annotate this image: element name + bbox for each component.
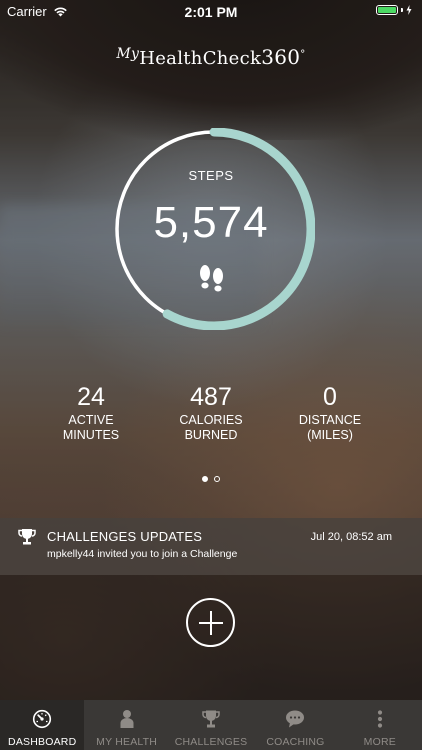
- battery-icon: [376, 5, 412, 15]
- tab-label: CHALLENGES: [174, 736, 248, 748]
- tab-label: DASHBOARD: [8, 736, 77, 748]
- steps-label: STEPS: [188, 168, 234, 183]
- challenges-update-card[interactable]: CHALLENGES UPDATES Jul 20, 08:52 am mpke…: [0, 518, 422, 575]
- challenges-card-date: Jul 20, 08:52 am: [310, 531, 392, 543]
- stat-label-line2: BURNED: [184, 428, 238, 442]
- status-bar: Carrier 2:01 PM: [0, 0, 422, 24]
- stat-label-line1: DISTANCE: [298, 413, 362, 427]
- app-logo: MyHealthCheck360°: [116, 45, 306, 69]
- stat-label-line2: (MILES): [307, 428, 353, 442]
- stat-active-minutes: 24 ACTIVE MINUTES: [31, 383, 151, 443]
- tab-label: MY HEALTH: [96, 736, 158, 748]
- tab-coaching[interactable]: COACHING: [253, 700, 337, 750]
- stat-value: 0: [323, 383, 337, 411]
- trophy-icon: [18, 529, 36, 545]
- chat-bubble-icon: [286, 710, 305, 728]
- add-button[interactable]: [186, 598, 235, 647]
- tab-my-health[interactable]: MY HEALTH: [84, 700, 168, 750]
- tab-bar: DASHBOARD MY HEALTH CHALLENGES COACHING: [0, 700, 422, 750]
- stat-label-line1: CALORIES: [179, 413, 243, 427]
- stat-label-line1: ACTIVE: [68, 413, 114, 427]
- stat-distance: 0 DISTANCE (MILES): [270, 383, 390, 443]
- challenges-card-message: mpkelly44 invited you to join a Challeng…: [47, 548, 238, 560]
- charging-bolt-icon: [406, 5, 412, 15]
- page-dot-2[interactable]: [214, 476, 220, 482]
- tab-more[interactable]: MORE: [338, 700, 422, 750]
- steps-value: 5,574: [153, 198, 269, 247]
- page-dot-1[interactable]: [202, 476, 208, 482]
- person-icon: [120, 710, 134, 728]
- tab-label: MORE: [363, 736, 396, 748]
- tab-label: COACHING: [266, 736, 325, 748]
- tab-dashboard[interactable]: DASHBOARD: [0, 700, 85, 750]
- footprints-icon: [200, 265, 223, 292]
- status-time: 2:01 PM: [184, 4, 238, 20]
- stat-value: 24: [77, 383, 105, 411]
- trophy-icon: [202, 710, 220, 728]
- more-vertical-icon: [377, 710, 382, 728]
- stat-calories-burned: 487 CALORIES BURNED: [151, 383, 271, 443]
- page-indicator[interactable]: [0, 476, 422, 482]
- stat-value: 487: [190, 383, 232, 411]
- speedometer-icon: [33, 709, 52, 729]
- stat-label-line2: MINUTES: [62, 428, 120, 442]
- challenges-card-title: CHALLENGES UPDATES: [47, 529, 203, 544]
- tab-challenges[interactable]: CHALLENGES: [169, 700, 253, 750]
